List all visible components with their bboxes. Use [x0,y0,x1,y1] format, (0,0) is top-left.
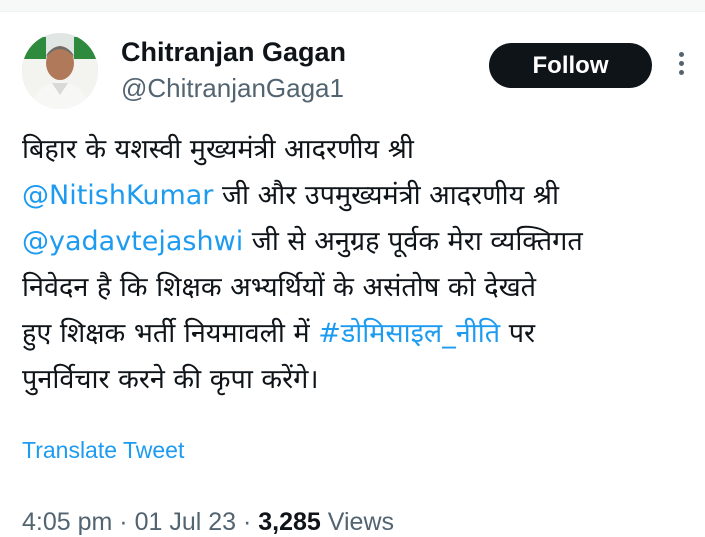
tweet-line: @NitishKumar जी और उपमुख्यमंत्री आदरणीय … [22,173,692,219]
tweet-line: @yadavtejashwi जी से अनुग्रह पूर्वक मेरा… [22,219,692,265]
mention-nitishkumar[interactable]: @NitishKumar [22,180,213,211]
tweet-line: बिहार के यशस्वी मुख्यमंत्री आदरणीय श्री [22,127,692,173]
tweet-date[interactable]: 01 Jul 23 [135,508,236,536]
views-count[interactable]: 3,285 [258,508,321,536]
tweet-text-segment: जी से अनुग्रह पूर्वक मेरा व्यक्तिगत [243,226,583,257]
tweet-text-segment: पर [500,318,536,349]
meta-separator: · [112,508,135,536]
tweet-line: पुनर्विचार करने की कृपा करेंगे। [22,357,692,403]
tweet-line: निवेदन है कि शिक्षक अभ्यर्थियों के असंतो… [22,265,692,311]
top-divider [0,0,705,12]
mention-yadavtejashwi[interactable]: @yadavtejashwi [22,226,243,257]
hashtag-domicile-policy[interactable]: #डोमिसाइल_नीति [318,318,500,349]
tweet-meta: 4:05 pm · 01 Jul 23 · 3,285 Views [22,508,394,537]
more-vertical-icon[interactable] [672,48,692,80]
author-name[interactable]: Chitranjan Gagan [121,37,346,68]
translate-tweet-link[interactable]: Translate Tweet [22,437,184,464]
meta-separator: · [236,508,259,536]
tweet-line: हुए शिक्षक भर्ती नियमावली में #डोमिसाइल_… [22,311,692,357]
avatar[interactable] [22,33,98,109]
tweet-text-segment: जी और उपमुख्यमंत्री आदरणीय श्री [213,180,560,211]
tweet-time[interactable]: 4:05 pm [22,508,112,536]
views-label: Views [320,508,394,536]
author-handle[interactable]: @ChitranjanGaga1 [121,73,344,104]
tweet-text-segment: पुनर्विचार करने की कृपा करेंगे। [22,364,319,395]
tweet-text: बिहार के यशस्वी मुख्यमंत्री आदरणीय श्री … [22,127,692,403]
tweet-text-segment: बिहार के यशस्वी मुख्यमंत्री आदरणीय श्री [22,134,414,165]
follow-button[interactable]: Follow [489,43,652,88]
tweet-text-segment: हुए शिक्षक भर्ती नियमावली में [22,318,319,349]
profile-photo [22,33,98,109]
tweet-text-segment: निवेदन है कि शिक्षक अभ्यर्थियों के असंतो… [22,272,537,303]
